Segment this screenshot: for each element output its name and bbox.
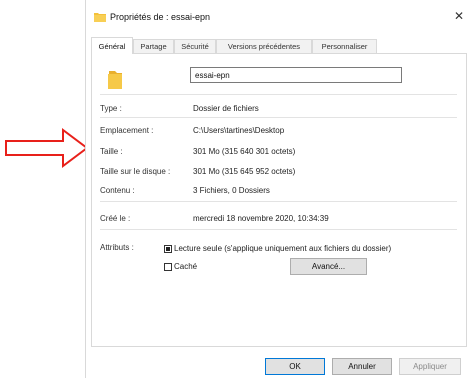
tab-customize[interactable]: Personnaliser bbox=[312, 39, 377, 53]
cancel-button[interactable]: Annuler bbox=[332, 358, 392, 375]
advanced-button[interactable]: Avancé... bbox=[290, 258, 367, 275]
readonly-checkbox[interactable] bbox=[164, 245, 172, 253]
folder-icon bbox=[108, 71, 122, 89]
attributes-label: Attributs : bbox=[100, 243, 134, 252]
title-bar: Propriétés de : essai-epn ✕ bbox=[86, 0, 471, 30]
tab-security[interactable]: Sécurité bbox=[174, 39, 216, 53]
created-label: Créé le : bbox=[100, 214, 131, 223]
tab-general[interactable]: Général bbox=[91, 37, 133, 54]
folder-icon bbox=[94, 13, 106, 22]
general-panel: Type : Dossier de fichiers Emplacement :… bbox=[91, 53, 467, 347]
separator bbox=[100, 229, 457, 230]
folder-name-input[interactable] bbox=[190, 67, 402, 83]
created-value: mercredi 18 novembre 2020, 10:34:39 bbox=[193, 214, 329, 223]
type-value: Dossier de fichiers bbox=[193, 104, 259, 113]
hidden-checkbox[interactable] bbox=[164, 263, 172, 271]
close-button[interactable]: ✕ bbox=[450, 7, 468, 25]
readonly-label: Lecture seule (s'applique uniquement aux… bbox=[174, 244, 392, 253]
type-label: Type : bbox=[100, 104, 122, 113]
separator bbox=[100, 201, 457, 202]
separator bbox=[100, 117, 457, 118]
window-title: Propriétés de : essai-epn bbox=[110, 12, 211, 22]
hidden-label: Caché bbox=[174, 262, 198, 271]
apply-button[interactable]: Appliquer bbox=[399, 358, 461, 375]
disk-size-value: 301 Mo (315 645 952 octets) bbox=[193, 167, 296, 176]
separator bbox=[100, 94, 457, 95]
location-label: Emplacement : bbox=[100, 126, 154, 135]
contents-value: 3 Fichiers, 0 Dossiers bbox=[193, 186, 270, 195]
tab-sharing[interactable]: Partage bbox=[133, 39, 174, 53]
red-arrow-icon bbox=[5, 128, 89, 168]
size-label: Taille : bbox=[100, 147, 123, 156]
size-value: 301 Mo (315 640 301 octets) bbox=[193, 147, 296, 156]
tab-previous-versions[interactable]: Versions précédentes bbox=[216, 39, 312, 53]
disk-size-label: Taille sur le disque : bbox=[100, 167, 171, 176]
ok-button[interactable]: OK bbox=[265, 358, 325, 375]
contents-label: Contenu : bbox=[100, 186, 135, 195]
location-value: C:\Users\tartines\Desktop bbox=[193, 126, 285, 135]
properties-dialog: Propriétés de : essai-epn ✕ Général Part… bbox=[85, 0, 471, 378]
